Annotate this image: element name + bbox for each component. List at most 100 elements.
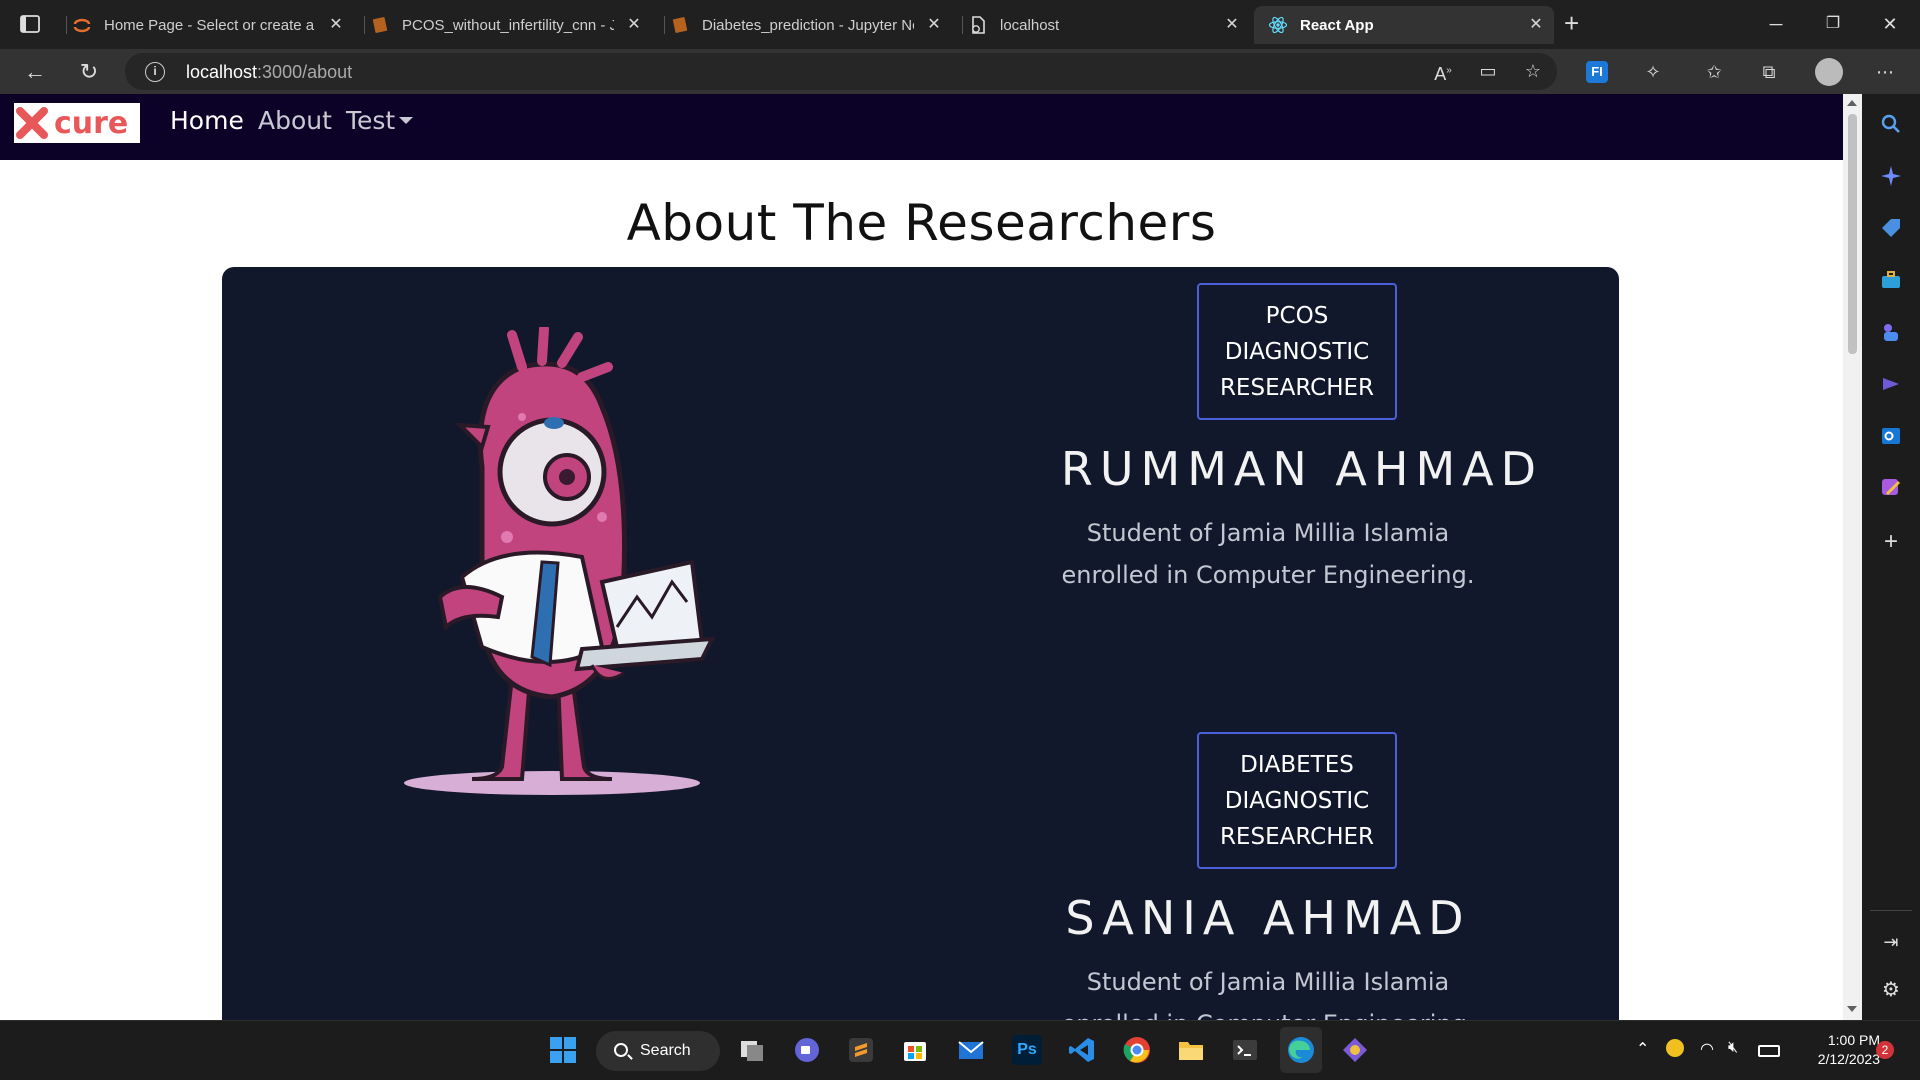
site-info-icon[interactable]: i <box>145 62 165 82</box>
read-aloud-icon[interactable]: A» <box>1430 58 1456 84</box>
file-explorer-icon[interactable] <box>1176 1035 1206 1065</box>
tray-app-icon[interactable] <box>1666 1039 1684 1057</box>
wifi-icon[interactable]: ◠ <box>1700 1039 1714 1059</box>
scroll-up-icon[interactable] <box>1847 100 1857 106</box>
show-hidden-icons-icon[interactable]: ⌃ <box>1636 1039 1649 1059</box>
tab-localhost[interactable]: localhost ✕ <box>962 6 1250 44</box>
edge-sidebar: + ⇥ ⚙ <box>1862 94 1920 1020</box>
search-icon <box>614 1043 628 1057</box>
nav-home-link[interactable]: Home <box>170 106 244 135</box>
chrome-icon[interactable] <box>1122 1035 1152 1065</box>
page-title: About The Researchers <box>626 194 1217 252</box>
tab-jupyter-home[interactable]: Home Page - Select or create a n ✕ <box>66 6 354 44</box>
collections-icon[interactable]: ⧉ <box>1756 59 1782 85</box>
extensions-icon[interactable]: ✧ <box>1640 59 1666 85</box>
tab-diabetes-notebook[interactable]: Diabetes_prediction - Jupyter Nc ✕ <box>664 6 952 44</box>
clock-date: 2/12/2023 <box>1817 1051 1880 1067</box>
edge-icon[interactable] <box>1286 1035 1316 1065</box>
outlook-icon[interactable] <box>1879 424 1903 448</box>
page-viewport: cure Home About Test About The Researche… <box>0 94 1843 1020</box>
restore-icon[interactable]: ❐ <box>1813 8 1853 40</box>
tab-separator <box>364 16 365 34</box>
git-kraken-icon[interactable] <box>1340 1035 1370 1065</box>
description-line: Student of Jamia Millia Islamia <box>1086 519 1450 547</box>
react-icon <box>1268 16 1288 34</box>
nav-test-label: Test <box>346 106 396 135</box>
vscode-icon[interactable] <box>1067 1035 1097 1065</box>
nav-test-dropdown[interactable]: Test <box>346 106 414 135</box>
add-sidebar-app-icon[interactable]: + <box>1879 530 1903 554</box>
tools-briefcase-icon[interactable] <box>1879 268 1903 292</box>
scroll-down-icon[interactable] <box>1847 1006 1857 1012</box>
immersive-reader-icon[interactable]: ▭ <box>1475 58 1501 84</box>
settings-more-icon[interactable]: ⋯ <box>1872 59 1898 85</box>
profile-avatar[interactable] <box>1815 58 1843 86</box>
designer-icon[interactable] <box>1879 476 1903 500</box>
page-icon <box>972 16 985 34</box>
close-tab-icon[interactable]: ✕ <box>1222 15 1242 35</box>
researcher-name: SANIA AHMAD <box>1065 891 1471 945</box>
close-tab-icon[interactable]: ✕ <box>1526 15 1546 35</box>
close-tab-icon[interactable]: ✕ <box>924 15 944 35</box>
researcher-description: Student of Jamia Millia Islamia enrolled… <box>968 961 1568 1020</box>
task-view-icon[interactable] <box>737 1035 767 1065</box>
clock-time: 1:00 PM <box>1827 1032 1880 1048</box>
description-line: Student of Jamia Millia Islamia <box>1086 968 1450 996</box>
add-favorite-icon[interactable]: ☆ <box>1520 58 1546 84</box>
tab-react-app[interactable]: React App ✕ <box>1254 6 1554 44</box>
close-tab-icon[interactable]: ✕ <box>624 15 644 35</box>
tab-title: Home Page - Select or create a n <box>104 16 316 34</box>
scroll-thumb[interactable] <box>1848 114 1857 354</box>
mail-icon[interactable] <box>956 1035 986 1065</box>
teams-chat-icon[interactable] <box>792 1035 822 1065</box>
system-clock[interactable]: 1:00 PM 2/12/2023 <box>1790 1031 1880 1069</box>
role-badge: PCOS DIAGNOSTIC RESEARCHER <box>1197 283 1397 420</box>
volume-muted-icon[interactable]: 🔇︎ <box>1728 1039 1738 1057</box>
favorites-icon[interactable]: ✩ <box>1701 59 1727 85</box>
sidebar-settings-icon[interactable]: ⚙ <box>1879 978 1903 1002</box>
sparkle-icon[interactable] <box>1879 164 1903 188</box>
terminal-icon[interactable] <box>1230 1035 1260 1065</box>
extension-fi-icon[interactable]: FI <box>1586 61 1608 83</box>
svg-text:cure: cure <box>54 106 128 141</box>
address-field[interactable]: i localhost:3000/about A» ▭ ☆ <box>125 53 1557 90</box>
notification-badge[interactable]: 2 <box>1876 1041 1894 1059</box>
games-icon[interactable] <box>1879 320 1903 344</box>
battery-icon[interactable] <box>1758 1045 1780 1057</box>
tab-actions-icon[interactable] <box>18 12 42 36</box>
site-navbar: cure Home About Test <box>0 94 1843 160</box>
new-tab-icon[interactable]: + <box>1564 10 1579 36</box>
researcher-description: Student of Jamia Millia Islamia enrolled… <box>968 512 1568 596</box>
tab-title: PCOS_without_infertility_cnn - Ju <box>402 16 614 34</box>
windows-start-icon[interactable] <box>548 1035 578 1065</box>
role-line: PCOS <box>1265 302 1329 329</box>
photoshop-icon[interactable]: Ps <box>1012 1035 1042 1065</box>
tab-title: localhost <box>1000 16 1060 34</box>
page-scrollbar[interactable] <box>1843 94 1862 1020</box>
role-line: DIAGNOSTIC <box>1224 787 1370 814</box>
shopping-tag-icon[interactable] <box>1879 216 1903 240</box>
search-icon[interactable] <box>1879 112 1903 136</box>
taskbar-search[interactable]: Search <box>596 1031 720 1071</box>
back-icon[interactable]: ← <box>20 57 50 87</box>
close-tab-icon[interactable]: ✕ <box>326 15 346 35</box>
description-line: enrolled in Computer Engineering. <box>1061 561 1475 589</box>
tab-title: Diabetes_prediction - Jupyter Nc <box>702 16 914 34</box>
sidebar-divider <box>1870 910 1912 911</box>
sublime-text-icon[interactable] <box>846 1035 876 1065</box>
tab-pcos-notebook[interactable]: PCOS_without_infertility_cnn - Ju ✕ <box>364 6 652 44</box>
hide-sidebar-icon[interactable]: ⇥ <box>1879 930 1903 954</box>
description-line: enrolled in Computer Engineering. <box>1061 1010 1474 1020</box>
minimize-icon[interactable]: ─ <box>1756 8 1796 40</box>
refresh-icon[interactable]: ↻ <box>74 57 104 87</box>
notebook-icon <box>372 17 388 33</box>
windows-taskbar: Search Ps ⌃ ◠ 🔇︎ 1:00 PM 2/12/2023 2 <box>0 1020 1920 1080</box>
xcure-logo[interactable]: cure <box>14 103 140 143</box>
taskbar-search-label: Search <box>640 1042 691 1059</box>
microsoft-store-icon[interactable] <box>900 1035 930 1065</box>
close-window-icon[interactable]: ✕ <box>1870 8 1910 40</box>
role-line: RESEARCHER <box>1219 374 1375 401</box>
microsoft-365-icon[interactable] <box>1879 372 1903 396</box>
nav-about-link[interactable]: About <box>258 106 332 135</box>
notebook-icon <box>672 17 688 33</box>
